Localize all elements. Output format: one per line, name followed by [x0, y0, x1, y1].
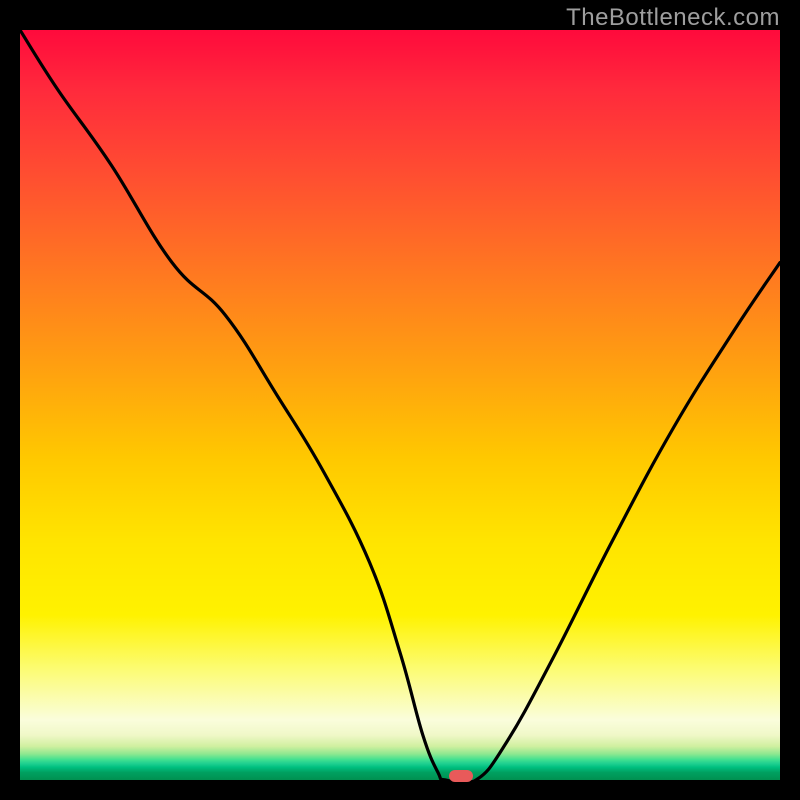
chart-container: TheBottleneck.com	[0, 0, 800, 800]
watermark-text: TheBottleneck.com	[566, 4, 780, 32]
min-marker	[449, 770, 473, 782]
plot-area	[20, 30, 780, 780]
curve-svg	[20, 30, 780, 780]
bottleneck-curve-path	[20, 30, 780, 780]
